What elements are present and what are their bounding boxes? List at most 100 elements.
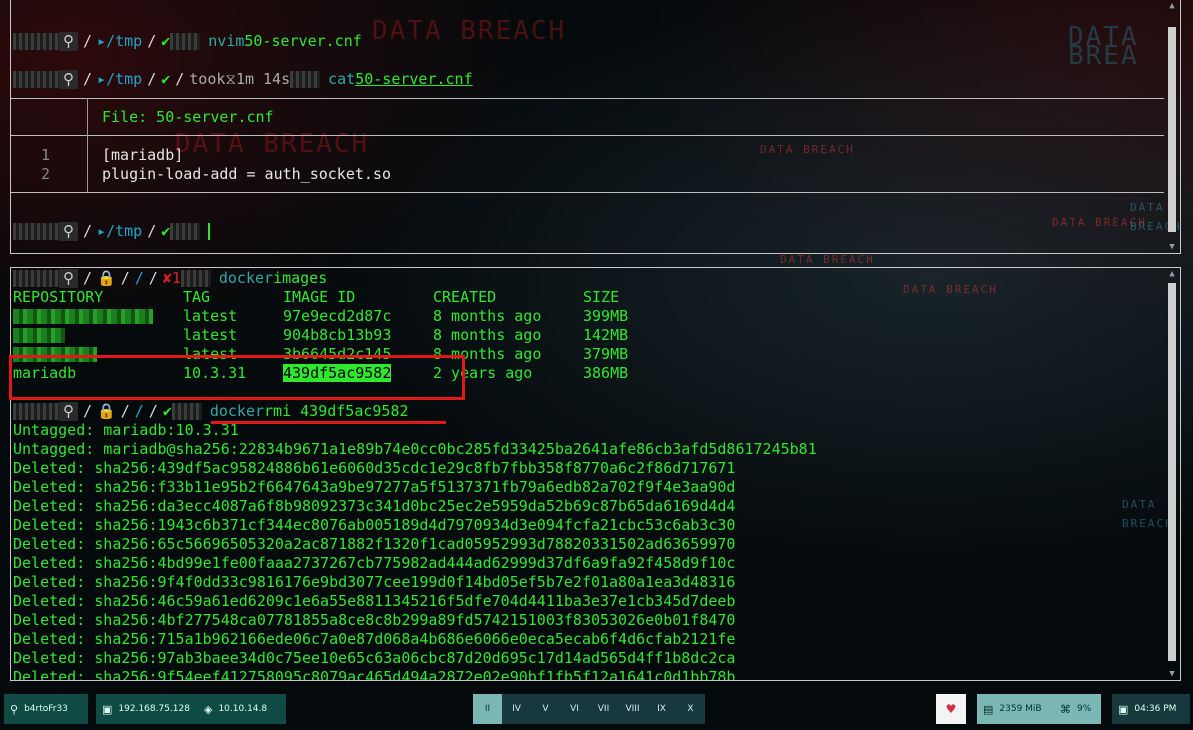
output-line: Untagged: mariadb@sha256:22834b9671a1e89… — [13, 440, 817, 458]
shell-prompt: ⚲ / ▸/tmp / ✔ nvim 50-server.cnf — [13, 32, 362, 51]
memory-widget[interactable]: ▤ 2359 MiB — [977, 694, 1054, 724]
output-line: Deleted: sha256:46c59a61ed6209c1e6a55e88… — [13, 592, 736, 610]
scrollbar-thumb[interactable] — [1168, 283, 1176, 661]
scroll-up-arrow-icon[interactable]: ▲ — [1165, 269, 1179, 279]
folder-icon: ▸ — [97, 222, 107, 240]
file-header: File: 50-server.cnf — [102, 108, 274, 126]
scrollbar[interactable]: ▲ ▼ — [1165, 269, 1179, 679]
scrollbar-thumb[interactable] — [1168, 27, 1176, 232]
cpu-usage: 9% — [1077, 703, 1092, 714]
image-created: 8 months ago — [433, 307, 542, 325]
output-line: Deleted: sha256:f33b11e95b2f6647643a9be9… — [13, 478, 736, 496]
memory-usage: 2359 MiB — [999, 703, 1042, 714]
folder-icon: ▸ — [97, 32, 107, 50]
image-created: 8 months ago — [433, 326, 542, 344]
column-header: REPOSITORY — [13, 288, 104, 306]
image-size: 386MB — [583, 364, 629, 382]
output-line: Deleted: sha256:9f4f0dd33c9816176e9bd307… — [13, 573, 736, 591]
prompt-segment-decoration — [171, 403, 202, 420]
shell-prompt: ⚲ / 🔒 / / / ✘ 1 docker images — [13, 269, 327, 288]
prompt-segment-decoration — [170, 223, 201, 240]
output-line: Deleted: sha256:4bf277548ca07781855a8ce8… — [13, 611, 736, 629]
network-icon: ▣ — [102, 702, 113, 716]
column-header: SIZE — [583, 288, 620, 306]
bat-divider — [11, 135, 1164, 136]
workspace-x[interactable]: X — [676, 694, 705, 724]
prompt-segment-decoration — [13, 33, 59, 50]
table-header-row: REPOSITORY TAG IMAGE ID CREATED SIZE — [13, 288, 628, 307]
prompt-segment-decoration — [170, 33, 201, 50]
bat-divider — [11, 192, 1164, 193]
output-line: Deleted: sha256:9f54eef412758095c8079ac4… — [13, 668, 736, 681]
prompt-segment-decoration — [13, 403, 59, 420]
clock-widget[interactable]: ▣ 04:36 PM — [1112, 694, 1190, 724]
heart-icon: ♥ — [945, 701, 957, 716]
line-number: 2 — [41, 165, 51, 183]
distro-icon: ⚲ — [59, 222, 78, 241]
prompt-segment-decoration — [13, 223, 59, 240]
image-id: 97e9ecd2d87c — [283, 307, 392, 325]
command-name: docker — [209, 402, 265, 420]
command-arg: 50-server.cnf — [355, 70, 473, 88]
prompt-segment-decoration — [290, 71, 321, 88]
workspace-ii[interactable]: II — [473, 694, 502, 724]
status-ok-icon: ✔ — [161, 32, 171, 50]
cpu-widget[interactable]: ⌘ 9% — [1054, 694, 1101, 724]
scroll-up-arrow-icon[interactable]: ▲ — [1165, 1, 1179, 11]
network-widget[interactable]: ▣ 192.168.75.128 ◈ 10.10.14.8 — [96, 694, 286, 724]
workspace-v[interactable]: V — [531, 694, 560, 724]
exit-code: 1 — [171, 269, 181, 287]
workspace-viii[interactable]: VIII — [618, 694, 647, 724]
scrollbar[interactable]: ▲ ▼ — [1165, 1, 1179, 252]
terminal-pane-top[interactable]: ⚲ / ▸/tmp / ✔ nvim 50-server.cnf ⚲ / ▸/tmp / ✔ / t… — [10, 0, 1181, 254]
command-output: Untagged: mariadb:10.3.31 Untagged: maria… — [13, 421, 817, 681]
output-line: Deleted: sha256:97ab3baee34d0c75ee10e65c… — [13, 649, 736, 667]
clock-time: 04:36 PM — [1134, 703, 1177, 714]
vpn-icon: ◈ — [203, 702, 213, 716]
command-name: nvim — [208, 32, 245, 50]
distro-icon: ⚲ — [59, 269, 78, 288]
prompt-dir: / — [134, 402, 144, 420]
status-ok-icon: ✔ — [162, 402, 172, 420]
shell-prompt: ⚲ / ▸/tmp / ✔ — [13, 222, 211, 241]
command-arg: 50-server.cnf — [244, 32, 362, 50]
column-header: IMAGE ID — [283, 288, 356, 306]
user-widget[interactable]: ⚲ b4rtoFr33 — [4, 694, 88, 724]
cpu-icon: ⌘ — [1060, 702, 1071, 716]
username: b4rtoFr33 — [24, 703, 68, 714]
distro-icon: ⚲ — [59, 70, 78, 89]
heart-widget[interactable]: ♥ — [936, 694, 966, 724]
prompt-dir: /tmp — [106, 32, 143, 50]
workspace-vi[interactable]: VI — [560, 694, 589, 724]
file-line: [mariadb] — [102, 146, 184, 164]
column-header: TAG — [183, 288, 211, 306]
prompt-segment-decoration — [13, 270, 59, 287]
shell-prompt: ⚲ / ▸/tmp / ✔ / took ⧖ 1m 14s cat 50-server.cn… — [13, 70, 473, 89]
scroll-down-arrow-icon[interactable]: ▼ — [1165, 669, 1179, 679]
status-ok-icon: ✔ — [161, 70, 171, 88]
shell-prompt: ⚲ / 🔒 / / / ✔ docker rmi 439df5ac9582 — [13, 402, 409, 421]
command-arg: rmi 439df5ac9582 — [264, 402, 409, 420]
output-line: Deleted: sha256:439df5ac95824886b61e6060… — [13, 459, 736, 477]
image-size: 142MB — [583, 326, 629, 344]
workspace-iv[interactable]: IV — [502, 694, 531, 724]
output-line: Deleted: sha256:1943c6b371cf344ec8076ab0… — [13, 516, 736, 534]
workspace-switcher[interactable]: II IV V VI VII VIII IX X — [473, 694, 705, 724]
workspace-vii[interactable]: VII — [589, 694, 618, 724]
column-header: CREATED — [433, 288, 497, 306]
prompt-segment-decoration — [180, 270, 211, 287]
text-cursor — [208, 223, 211, 240]
redacted-repository — [13, 307, 183, 326]
workspace-ix[interactable]: IX — [647, 694, 676, 724]
file-line: plugin-load-add = auth_socket.so — [102, 165, 391, 183]
image-size: 379MB — [583, 345, 629, 363]
lock-icon: 🔒 — [97, 402, 116, 420]
output-line: Deleted: sha256:da3ecc4087a6f8b98092373c… — [13, 497, 736, 515]
distro-icon: ⚲ — [59, 402, 78, 421]
folder-icon: ▸ — [97, 70, 107, 88]
scroll-down-arrow-icon[interactable]: ▼ — [1165, 242, 1179, 252]
terminal-pane-bottom[interactable]: ⚲ / 🔒 / / / ✘ 1 docker images REPOSITORY TAG I… — [10, 267, 1181, 681]
image-size: 399MB — [583, 307, 629, 325]
took-duration: 1m 14s — [235, 70, 291, 88]
image-tag: latest — [183, 307, 238, 325]
